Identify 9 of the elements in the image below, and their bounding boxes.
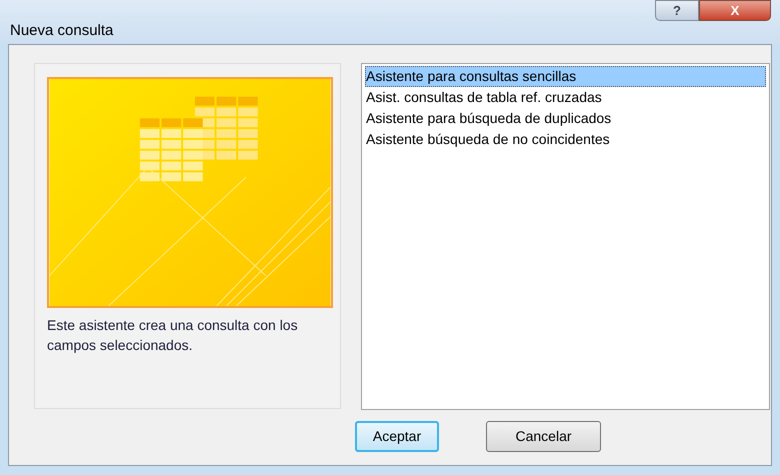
wizard-list-item[interactable]: Asistente para búsqueda de duplicados: [365, 108, 766, 129]
wizard-list-item[interactable]: Asistente para consultas sencillas: [365, 66, 766, 87]
wizard-list-item[interactable]: Asistente búsqueda de no coincidentes: [365, 129, 766, 150]
wizard-list-item[interactable]: Asist. consultas de tabla ref. cruzadas: [365, 87, 766, 108]
accept-button[interactable]: Aceptar: [355, 421, 439, 452]
help-button[interactable]: ?: [655, 0, 699, 21]
window-title: Nueva consulta: [10, 21, 114, 41]
wizard-description: Este asistente crea una consulta con los campos seleccionados.: [47, 316, 299, 355]
cancel-button[interactable]: Cancelar: [486, 421, 601, 452]
